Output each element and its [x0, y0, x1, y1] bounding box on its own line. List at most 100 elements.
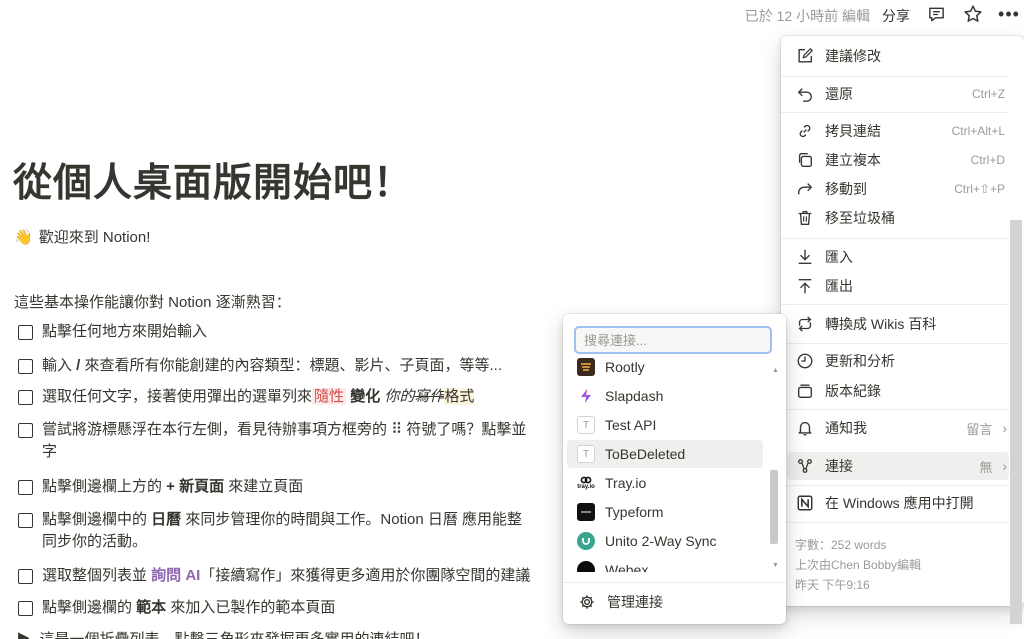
shortcut-text: Ctrl+⇧+P: [954, 182, 1005, 196]
gear-icon: [577, 592, 597, 612]
menu-scrollbar[interactable]: [1010, 220, 1022, 624]
connection-name: Rootly: [605, 359, 645, 375]
intro-text[interactable]: 這些基本操作能讓你對 Notion 逐漸熟習：: [14, 291, 291, 312]
todo-text-part: 來加入已製作的範本頁面: [166, 599, 336, 616]
last-edited-time: 昨天 下午9:16: [795, 578, 870, 592]
todo-checkbox[interactable]: [18, 325, 33, 340]
menu-item-label: 還原: [825, 86, 853, 102]
chevron-right-icon: ›: [1002, 458, 1007, 474]
manage-connections-button[interactable]: 管理連接: [577, 588, 663, 616]
menu-divider: [781, 409, 1009, 410]
connection-item-typeform[interactable]: Typeform: [567, 498, 763, 526]
more-icon[interactable]: •••: [998, 3, 1020, 25]
menu-item-copy-link[interactable]: 拷貝連結 Ctrl+Alt+L: [781, 117, 1009, 145]
menu-item-version-history[interactable]: 版本紀錄: [781, 377, 1009, 405]
typeform-logo-icon: [577, 503, 595, 521]
wave-emoji-icon: 👋: [14, 228, 33, 246]
bell-icon: [795, 418, 815, 438]
todo-checkbox[interactable]: [18, 513, 33, 528]
connections-scrollbar-thumb[interactable]: [770, 470, 778, 544]
todo-item[interactable]: 點擊任何地方來開始輸入: [18, 321, 578, 343]
last-edited-by: 上次由Chen Bobby編輯: [795, 558, 922, 572]
connection-name: Webex: [605, 562, 649, 572]
connection-name: ToBeDeleted: [605, 446, 686, 462]
connection-item-webex[interactable]: Webex: [567, 556, 763, 572]
unito-logo-icon: [577, 532, 595, 550]
connection-item-rootly[interactable]: Rootly: [567, 358, 763, 381]
todo-text-part: 點擊側邊欄的: [42, 599, 137, 616]
todo-item[interactable]: 嘗試將游標懸浮在本行左側，看見待辦事項方框旁的 ⠿ 符號了嗎？點擊並字: [18, 419, 578, 463]
bold-text: 變化: [350, 388, 381, 405]
menu-item-export[interactable]: 匯出: [781, 272, 1009, 300]
todo-checkbox[interactable]: [18, 569, 33, 584]
todo-text-part: 同步你的活動。: [42, 533, 148, 550]
menu-item-label: 匯出: [825, 278, 853, 294]
scroll-down-arrow-icon[interactable]: ▼: [772, 562, 779, 569]
todo-text-part: 選取整個列表並: [42, 567, 152, 584]
todo-checkbox[interactable]: [18, 359, 33, 374]
page-title[interactable]: 從個人桌面版開始吧！: [13, 152, 413, 208]
connection-item-test-api[interactable]: T Test API: [567, 411, 763, 439]
todo-item[interactable]: 輸入 / 來查看所有你能創建的內容類型：標題、影片、子頁面，等等...: [18, 355, 578, 377]
menu-item-connections[interactable]: 連接 無 ›: [787, 452, 1009, 480]
menu-item-undo[interactable]: 還原 Ctrl+Z: [781, 80, 1009, 108]
shortcut-text: Ctrl+Z: [972, 87, 1005, 101]
italic-text: 你的: [384, 388, 415, 405]
menu-item-label: 匯入: [825, 249, 853, 265]
menu-item-duplicate[interactable]: 建立複本 Ctrl+D: [781, 146, 1009, 174]
tobedeleted-logo-icon: T: [577, 445, 595, 463]
todo-text: 點擊任何地方來開始輸入: [42, 323, 208, 340]
toggle-triangle-icon[interactable]: ▶: [18, 628, 30, 639]
clock-icon: [795, 351, 815, 371]
todo-checkbox[interactable]: [18, 480, 33, 495]
comment-icon[interactable]: [925, 3, 947, 25]
todo-text-part: 字: [42, 443, 58, 460]
toggle-list[interactable]: ▶ 這是一個折疊列表。點擊三角形來發掘更多實用的連結吧！: [18, 628, 430, 639]
menu-item-notify-me[interactable]: 通知我 留言 ›: [781, 414, 1009, 442]
menu-item-open-in-windows-app[interactable]: 在 Windows 應用中打開: [781, 489, 1009, 517]
menu-item-import[interactable]: 匯入: [781, 243, 1009, 271]
connection-item-slapdash[interactable]: Slapdash: [567, 382, 763, 410]
menu-divider: [781, 238, 1009, 239]
menu-divider: [781, 522, 1009, 523]
menu-item-updates-analytics[interactable]: 更新和分析: [781, 347, 1009, 375]
bold-text: 範本: [136, 599, 167, 616]
todo-checkbox[interactable]: [18, 601, 33, 616]
rootly-logo-icon: [577, 358, 595, 376]
menu-item-label: 連接: [825, 458, 853, 474]
connection-item-unito[interactable]: Unito 2-Way Sync: [567, 527, 763, 555]
todo-item[interactable]: 點擊側邊欄上方的 + 新頁面 來建立頁面: [18, 476, 578, 498]
menu-item-move-to[interactable]: 移動到 Ctrl+⇧+P: [781, 175, 1009, 203]
menu-item-label: 移至垃圾桶: [825, 210, 895, 226]
connection-item-tobedeleted[interactable]: T ToBeDeleted: [567, 440, 763, 468]
duplicate-icon: [795, 150, 815, 170]
todo-item[interactable]: 選取整個列表並 詢問 AI「接續寫作」來獲得更多適用於你團隊空間的建議: [18, 565, 578, 587]
welcome-line[interactable]: 👋 歡迎來到 Notion!: [14, 226, 150, 247]
welcome-text: 歡迎來到 Notion!: [38, 229, 151, 246]
menu-item-label: 拷貝連結: [825, 123, 881, 139]
menu-item-label: 建議修改: [825, 48, 881, 64]
scroll-up-arrow-icon[interactable]: ▲: [772, 367, 779, 374]
todo-item[interactable]: 點擊側邊欄中的 日曆 來同步管理你的時間與工作。Notion 日曆 應用能整 同步…: [18, 509, 578, 553]
menu-divider: [781, 343, 1009, 344]
connections-search-input[interactable]: [574, 326, 772, 354]
pencil-square-icon: [795, 46, 815, 66]
menu-item-suggest-edits[interactable]: 建議修改: [781, 42, 1009, 70]
share-button[interactable]: 分享: [882, 6, 910, 26]
menu-item-label: 通知我: [825, 420, 867, 436]
todo-text-part: 點擊側邊欄中的: [42, 511, 152, 528]
todo-checkbox[interactable]: [18, 423, 33, 438]
menu-item-move-to-trash[interactable]: 移至垃圾桶: [781, 204, 1009, 232]
todo-text-part: 嘗試將游標懸浮在本行左側，看見待辦事項方框旁的 ⠿ 符號了嗎？點擊並: [42, 421, 527, 438]
todo-checkbox[interactable]: [18, 390, 33, 405]
manage-connections-label: 管理連接: [607, 594, 663, 610]
menu-item-turn-into-wiki[interactable]: 轉換成 Wikis 百科: [781, 310, 1009, 338]
last-edited-text[interactable]: 已於 12 小時前 編輯: [745, 6, 870, 26]
notify-value: 留言: [966, 421, 993, 437]
connection-name: Typeform: [605, 504, 664, 520]
undo-icon: [795, 84, 815, 104]
todo-item[interactable]: 點擊側邊欄的 範本 來加入已製作的範本頁面: [18, 597, 578, 619]
todo-item[interactable]: 選取任何文字，接著使用彈出的選單列來 隨性 變化 你的寫作格式: [18, 386, 578, 408]
star-icon[interactable]: [962, 3, 984, 25]
connection-item-tray-io[interactable]: tray.io Tray.io: [567, 469, 763, 497]
